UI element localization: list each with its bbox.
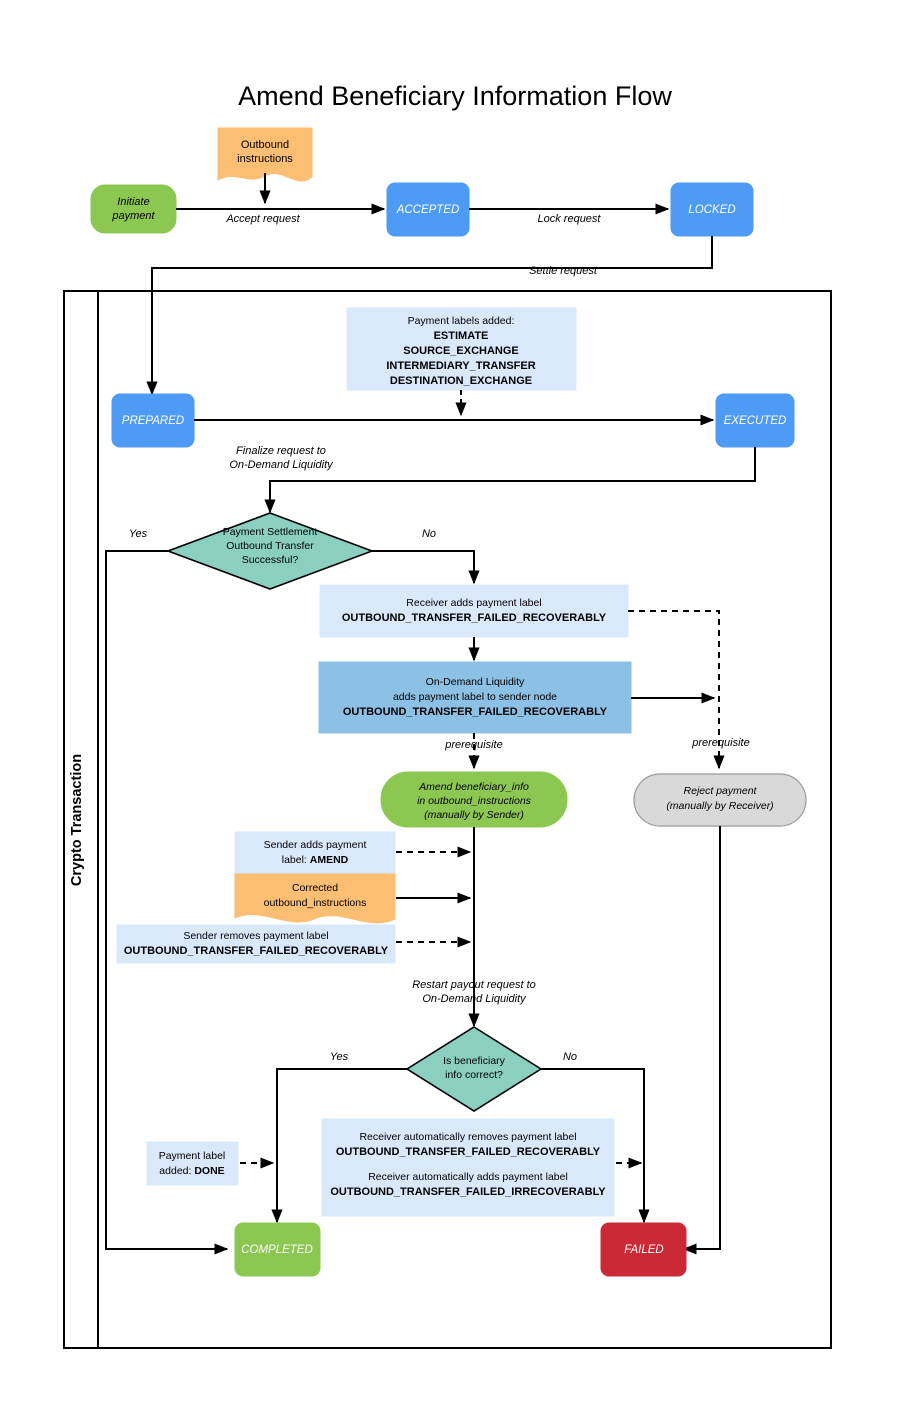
node-payment-label-done: Payment label added: DONE bbox=[146, 1141, 239, 1186]
edge-label-yes-settlement: Yes bbox=[129, 528, 148, 540]
locked-label: LOCKED bbox=[688, 204, 735, 216]
failed-label: FAILED bbox=[624, 1244, 663, 1256]
sender-adds-amend-line2: label: AMEND bbox=[282, 854, 349, 866]
edge-label-prerequisite-right: prerequisite bbox=[691, 737, 749, 749]
node-accepted[interactable]: ACCEPTED bbox=[386, 182, 470, 237]
node-receiver-adds-label: Receiver adds payment label OUTBOUND_TRA… bbox=[319, 584, 629, 638]
edge-label-yes-beneficiary: Yes bbox=[330, 1051, 349, 1063]
sender-adds-amend-bold: AMEND bbox=[310, 854, 349, 866]
amend-beneficiary-line2: in outbound_instructions bbox=[417, 795, 532, 807]
decision-beneficiary-line2: info correct? bbox=[445, 1069, 503, 1081]
payment-labels-line2: ESTIMATE bbox=[434, 330, 489, 342]
sender-adds-amend-prefix: label: bbox=[282, 854, 310, 866]
swimlane-label: Crypto Transaction bbox=[69, 754, 85, 886]
reject-payment-line1: Reject payment bbox=[684, 785, 758, 797]
node-odl-adds-label: On-Demand Liquidity adds payment label t… bbox=[318, 661, 632, 734]
diagram-canvas: Amend Beneficiary Information Flow Initi… bbox=[0, 0, 910, 1407]
odl-adds-label-line2: adds payment label to sender node bbox=[393, 691, 557, 703]
node-receiver-auto-labels: Receiver automatically removes payment l… bbox=[321, 1118, 615, 1217]
flowchart-svg: Amend Beneficiary Information Flow Initi… bbox=[0, 0, 910, 1407]
sender-removes-label-line1: Sender removes payment label bbox=[183, 930, 328, 942]
outbound-instructions-line1: Outbound bbox=[241, 139, 289, 151]
node-prepared[interactable]: PREPARED bbox=[111, 393, 195, 448]
node-locked[interactable]: LOCKED bbox=[670, 182, 754, 237]
edge-label-finalize-line1: Finalize request to bbox=[236, 445, 326, 457]
odl-adds-label-line1: On-Demand Liquidity bbox=[426, 676, 525, 688]
executed-label: EXECUTED bbox=[724, 415, 787, 427]
completed-label: COMPLETED bbox=[241, 1244, 313, 1256]
node-sender-adds-amend: Sender adds payment label: AMEND bbox=[234, 831, 396, 874]
sender-adds-amend-line1: Sender adds payment bbox=[264, 839, 367, 851]
receiver-auto-labels-line2: OUTBOUND_TRANSFER_FAILED_RECOVERABLY bbox=[336, 1146, 601, 1158]
decision-settlement-line2: Outbound Transfer bbox=[226, 540, 314, 552]
receiver-auto-labels-line3: Receiver automatically adds payment labe… bbox=[368, 1171, 568, 1183]
node-completed[interactable]: COMPLETED bbox=[234, 1222, 321, 1277]
edge-label-finalize-line2: On-Demand Liquidity bbox=[229, 459, 334, 471]
edge-label-settle-request: Settle request bbox=[529, 265, 598, 277]
payment-label-done-line1: Payment label bbox=[159, 1150, 226, 1162]
outbound-instructions-line2: instructions bbox=[237, 153, 293, 165]
payment-label-done-prefix: added: bbox=[159, 1165, 194, 1177]
node-initiate-payment[interactable]: Initiate payment bbox=[90, 184, 177, 234]
edge-label-no-beneficiary: No bbox=[563, 1051, 577, 1063]
edge-label-accept-request: Accept request bbox=[225, 213, 300, 225]
receiver-adds-label-line2: OUTBOUND_TRANSFER_FAILED_RECOVERABLY bbox=[342, 612, 607, 624]
payment-labels-line3: SOURCE_EXCHANGE bbox=[403, 345, 519, 357]
node-failed[interactable]: FAILED bbox=[600, 1222, 687, 1277]
receiver-auto-labels-line4: OUTBOUND_TRANSFER_FAILED_IRRECOVERABLY bbox=[330, 1186, 606, 1198]
receiver-adds-label-line1: Receiver adds payment label bbox=[406, 597, 541, 609]
odl-adds-label-line3: OUTBOUND_TRANSFER_FAILED_RECOVERABLY bbox=[343, 706, 608, 718]
node-executed[interactable]: EXECUTED bbox=[715, 393, 795, 448]
amend-beneficiary-line1: Amend beneficiary_info bbox=[418, 781, 529, 793]
decision-settlement-line1: Payment Settlement bbox=[223, 526, 318, 538]
initiate-payment-line1: Initiate bbox=[117, 196, 149, 208]
payment-labels-line4: INTERMEDIARY_TRANSFER bbox=[386, 360, 535, 372]
edge-label-restart-line1: Restart payout request to bbox=[412, 979, 536, 991]
payment-labels-line1: Payment labels added: bbox=[408, 315, 515, 327]
payment-label-done-line2: added: DONE bbox=[159, 1165, 224, 1177]
corrected-outbound-line2: outbound_instructions bbox=[264, 897, 367, 909]
amend-beneficiary-line3: (manually by Sender) bbox=[424, 809, 524, 821]
node-payment-labels-added: Payment labels added: ESTIMATE SOURCE_EX… bbox=[346, 307, 577, 391]
prepared-label: PREPARED bbox=[122, 415, 184, 427]
sender-removes-label-line2: OUTBOUND_TRANSFER_FAILED_RECOVERABLY bbox=[124, 945, 389, 957]
corrected-outbound-line1: Corrected bbox=[292, 882, 338, 894]
payment-label-done-bold: DONE bbox=[194, 1165, 224, 1177]
decision-settlement-line3: Successful? bbox=[242, 554, 299, 566]
node-sender-removes-label: Sender removes payment label OUTBOUND_TR… bbox=[116, 924, 396, 964]
initiate-payment-line2: payment bbox=[111, 210, 155, 222]
decision-beneficiary-line1: Is beneficiary bbox=[443, 1055, 506, 1067]
page-title: Amend Beneficiary Information Flow bbox=[238, 81, 672, 111]
receiver-auto-labels-line1: Receiver automatically removes payment l… bbox=[359, 1131, 576, 1143]
node-reject-payment[interactable]: Reject payment (manually by Receiver) bbox=[633, 773, 807, 827]
reject-payment-line2: (manually by Receiver) bbox=[666, 800, 773, 812]
payment-labels-line5: DESTINATION_EXCHANGE bbox=[390, 375, 532, 387]
accepted-label: ACCEPTED bbox=[396, 204, 460, 216]
edge-label-no-settlement: No bbox=[422, 528, 436, 540]
node-amend-beneficiary[interactable]: Amend beneficiary_info in outbound_instr… bbox=[380, 771, 568, 828]
edge-label-prerequisite-left: prerequisite bbox=[444, 739, 502, 751]
edge-label-lock-request: Lock request bbox=[538, 213, 602, 225]
node-corrected-outbound-instructions: Corrected outbound_instructions bbox=[234, 873, 396, 924]
